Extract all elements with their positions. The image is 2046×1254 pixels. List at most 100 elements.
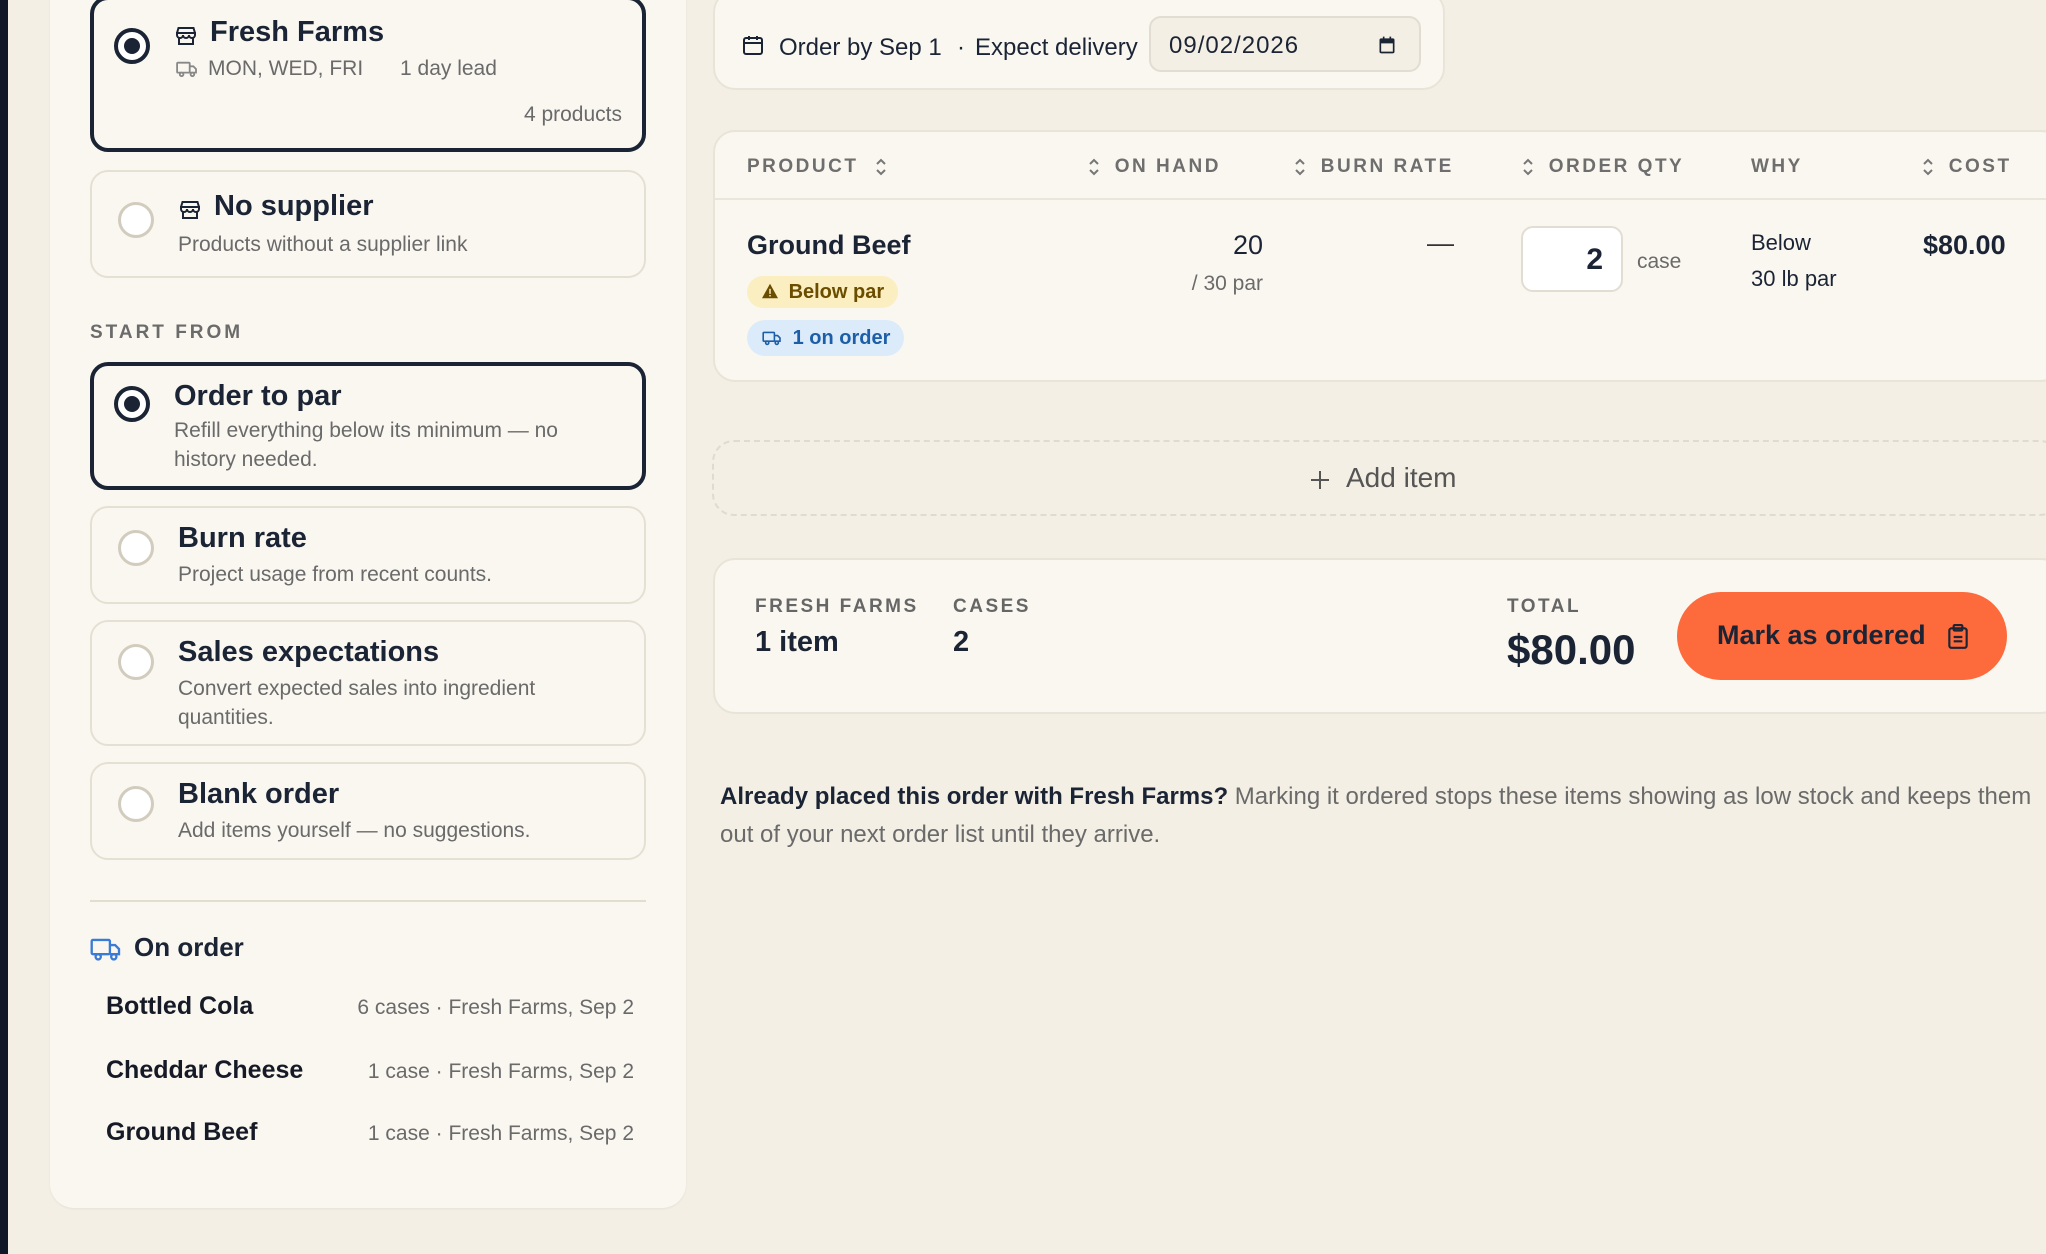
col-cost-label: COST <box>1948 156 2012 178</box>
total-value: $80.00 <box>1507 626 1636 673</box>
on-order-detail: 1 case · Fresh Farms, Sep 2 <box>367 1060 634 1083</box>
item-count: 1 item <box>755 626 839 658</box>
option-title: Sales expectations <box>178 636 440 668</box>
col-order-qty[interactable]: ORDER QTY <box>1521 156 1684 178</box>
qty-unit: case <box>1637 250 1682 273</box>
radio-unselected[interactable] <box>118 786 154 822</box>
option-title: Blank order <box>178 778 340 810</box>
total-label: TOTAL <box>1507 596 1582 617</box>
sort-icon <box>876 158 886 176</box>
lead-time: 1 day lead <box>400 57 497 80</box>
col-on-hand-label: ON HAND <box>1114 156 1221 178</box>
radio-unselected[interactable] <box>118 644 154 680</box>
product-name: Ground Beef <box>747 230 911 260</box>
sort-icon <box>1295 158 1305 176</box>
option-title: Order to par <box>174 380 342 412</box>
divider <box>90 900 646 902</box>
start-option-burn-rate[interactable]: Burn rate Project usage from recent coun… <box>90 506 646 604</box>
on-order-item: Ground Beef 1 case · Fresh Farms, Sep 2 <box>106 1118 634 1158</box>
delivery-date-input[interactable]: 09/02/2026 <box>1149 16 1421 72</box>
start-option-sales-expectations[interactable]: Sales expectations Convert expected sale… <box>90 620 646 746</box>
on-order-title: On order <box>134 932 244 962</box>
why-line-1: Below <box>1751 230 1811 255</box>
option-desc: Convert expected sales into ingredient q… <box>178 677 536 729</box>
col-product[interactable]: PRODUCT <box>747 156 888 178</box>
on-order-item: Cheddar Cheese 1 case · Fresh Farms, Sep… <box>106 1056 634 1096</box>
order-qty-input[interactable]: 2 <box>1521 226 1623 292</box>
col-product-label: PRODUCT <box>747 156 859 178</box>
why-line-2: 30 lb par <box>1751 266 1837 291</box>
order-by-text: Order by Sep 1 <box>779 34 942 61</box>
option-desc: Refill everything below its minimum — no… <box>174 419 558 471</box>
radio-unselected[interactable] <box>118 202 154 238</box>
radio-unselected[interactable] <box>118 530 154 566</box>
supplier-desc: Products without a supplier link <box>178 233 468 256</box>
sort-icon <box>1923 158 1933 176</box>
supplier-option-none[interactable]: No supplier Products without a supplier … <box>90 170 646 278</box>
option-title: Burn rate <box>178 522 307 554</box>
date-value: 09/02/2026 <box>1169 32 1300 59</box>
on-order-name: Bottled Cola <box>106 992 254 1020</box>
start-option-order-to-par[interactable]: Order to par Refill everything below its… <box>90 362 646 490</box>
order-setup-panel: Fresh Farms MON, WED, FRI 1 day lead 4 p… <box>50 0 686 1208</box>
delivery-days: MON, WED, FRI <box>208 57 364 80</box>
option-desc: Project usage from recent counts. <box>178 563 492 586</box>
expect-delivery-label: Expect delivery <box>975 34 1138 61</box>
mark-as-ordered-button[interactable]: Mark as ordered <box>1677 592 2007 680</box>
store-icon <box>180 201 200 219</box>
par-value: / 30 par <box>1191 272 1263 295</box>
add-item-button[interactable]: Add item <box>712 440 2046 516</box>
calendar-picker-icon[interactable] <box>1377 34 1397 56</box>
supplier-name: No supplier <box>214 190 374 222</box>
window-edge <box>0 0 8 1254</box>
add-item-label: Add item <box>1346 462 1457 493</box>
warning-icon <box>762 283 778 299</box>
option-desc: Add items yourself — no suggestions. <box>178 819 531 842</box>
on-order-name: Cheddar Cheese <box>106 1056 304 1084</box>
radio-selected[interactable] <box>114 386 150 422</box>
truck-icon <box>762 331 781 346</box>
start-from-label: START FROM <box>90 322 244 343</box>
truck-icon <box>90 938 121 961</box>
order-table: PRODUCT ON HAND BURN RATE ORDER QTY WHY … <box>713 130 2046 382</box>
product-count: 4 products <box>523 103 622 126</box>
on-order-name: Ground Beef <box>106 1118 258 1146</box>
sort-icon <box>1523 158 1533 176</box>
badge-label: 1 on order <box>792 327 891 349</box>
qty-value: 2 <box>1586 243 1603 276</box>
button-label: Mark as ordered <box>1717 620 1926 650</box>
supplier-option-fresh-farms[interactable]: Fresh Farms MON, WED, FRI 1 day lead 4 p… <box>90 0 646 152</box>
badge-label: Below par <box>788 281 885 303</box>
delivery-date-card: Order by Sep 1 · Expect delivery 09/02/2… <box>713 0 1445 90</box>
calendar-icon <box>743 36 763 55</box>
on-order-detail: 1 case · Fresh Farms, Sep 2 <box>367 1122 634 1145</box>
store-icon <box>176 27 196 45</box>
start-option-blank-order[interactable]: Blank order Add items yourself — no sugg… <box>90 762 646 860</box>
burn-rate-value: — <box>1427 228 1454 258</box>
on-order-detail: 6 cases · Fresh Farms, Sep 2 <box>357 996 634 1019</box>
on-order-badge: 1 on order <box>747 320 905 356</box>
col-burn-rate-label: BURN RATE <box>1320 156 1454 178</box>
col-on-hand[interactable]: ON HAND <box>1087 156 1221 178</box>
clipboard-icon <box>1948 624 1968 649</box>
supplier-label: FRESH FARMS <box>755 596 919 617</box>
plus-icon <box>1311 471 1329 489</box>
col-order-qty-label: ORDER QTY <box>1548 156 1685 178</box>
cases-label: CASES <box>953 596 1031 617</box>
info-note: Already placed this order with Fresh Far… <box>720 778 2040 854</box>
separator: · <box>957 34 965 61</box>
col-burn-rate[interactable]: BURN RATE <box>1293 156 1454 178</box>
col-cost[interactable]: COST <box>1921 156 2012 178</box>
table-row: Ground Beef Below par 1 on order 20 / 30… <box>715 202 2046 382</box>
supplier-name: Fresh Farms <box>210 16 385 48</box>
sort-icon <box>1089 158 1099 176</box>
radio-selected[interactable] <box>114 28 150 64</box>
on-order-item: Bottled Cola 6 cases · Fresh Farms, Sep … <box>106 992 634 1032</box>
below-par-badge: Below par <box>747 276 899 308</box>
cases-value: 2 <box>953 626 970 658</box>
col-why: WHY <box>1751 156 1803 177</box>
truck-icon <box>176 61 197 78</box>
note-bold: Already placed this order with Fresh Far… <box>720 783 1229 810</box>
on-hand-value: 20 <box>1232 230 1263 260</box>
order-summary: FRESH FARMS 1 item CASES 2 TOTAL $80.00 … <box>713 558 2046 714</box>
